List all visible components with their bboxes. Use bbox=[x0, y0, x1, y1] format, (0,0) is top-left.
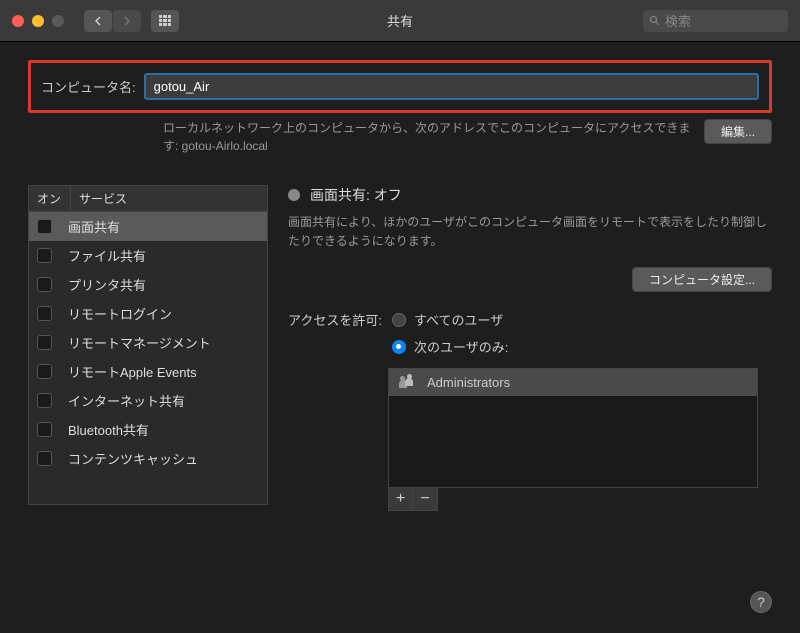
access-radio-group: すべてのユーザ 次のユーザのみ: bbox=[392, 310, 508, 364]
network-info-text: ローカルネットワーク上のコンピュータから、次のアドレスでこのコンピュータにアクセ… bbox=[163, 119, 694, 155]
window-title: 共有 bbox=[387, 11, 413, 30]
service-checkbox[interactable] bbox=[37, 277, 52, 292]
access-label: アクセスを許可: bbox=[288, 310, 382, 364]
column-service: サービス bbox=[71, 186, 267, 211]
computer-name-input[interactable] bbox=[144, 73, 759, 100]
search-input[interactable]: 検索 bbox=[643, 10, 788, 32]
window-controls bbox=[12, 15, 64, 27]
service-checkbox[interactable] bbox=[37, 248, 52, 263]
users-icon bbox=[399, 376, 417, 390]
service-row[interactable]: プリンタ共有 bbox=[29, 270, 267, 299]
radio-icon bbox=[392, 340, 406, 354]
service-row[interactable]: リモートログイン bbox=[29, 299, 267, 328]
add-user-button[interactable]: + bbox=[389, 488, 413, 510]
access-row: アクセスを許可: すべてのユーザ 次のユーザのみ: bbox=[288, 310, 772, 364]
main-content: オン サービス 画面共有ファイル共有プリンタ共有リモートログインリモートマネージ… bbox=[0, 167, 800, 511]
service-label: リモートログイン bbox=[68, 304, 172, 323]
service-label: インターネット共有 bbox=[68, 391, 185, 410]
show-all-button[interactable] bbox=[151, 10, 179, 32]
users-controls: + − bbox=[388, 488, 438, 511]
search-icon bbox=[649, 15, 661, 27]
services-header: オン サービス bbox=[29, 186, 267, 212]
computer-settings-button[interactable]: コンピュータ設定... bbox=[632, 267, 772, 292]
close-button[interactable] bbox=[12, 15, 24, 27]
radio-only-users[interactable]: 次のユーザのみ: bbox=[392, 337, 508, 356]
back-button[interactable] bbox=[84, 10, 112, 32]
service-row[interactable]: コンテンツキャッシュ bbox=[29, 444, 267, 473]
zoom-button[interactable] bbox=[52, 15, 64, 27]
radio-all-label: すべてのユーザ bbox=[414, 310, 503, 329]
services-panel: オン サービス 画面共有ファイル共有プリンタ共有リモートログインリモートマネージ… bbox=[28, 185, 268, 505]
service-row[interactable]: リモートApple Events bbox=[29, 357, 267, 386]
radio-all-users[interactable]: すべてのユーザ bbox=[392, 310, 508, 329]
service-label: リモートマネージメント bbox=[68, 333, 211, 352]
search-placeholder: 検索 bbox=[665, 11, 691, 30]
user-name: Administrators bbox=[427, 375, 510, 390]
service-label: コンテンツキャッシュ bbox=[68, 449, 198, 468]
status-row: 画面共有: オフ bbox=[288, 185, 772, 205]
nav-buttons bbox=[84, 10, 141, 32]
service-checkbox[interactable] bbox=[37, 219, 52, 234]
radio-icon bbox=[392, 313, 406, 327]
services-list: 画面共有ファイル共有プリンタ共有リモートログインリモートマネージメントリモートA… bbox=[29, 212, 267, 473]
service-label: リモートApple Events bbox=[68, 362, 197, 381]
radio-only-label: 次のユーザのみ: bbox=[414, 337, 508, 356]
detail-panel: 画面共有: オフ 画面共有により、ほかのユーザがこのコンピュータ画面をリモートで… bbox=[288, 185, 772, 511]
service-checkbox[interactable] bbox=[37, 422, 52, 437]
service-label: プリンタ共有 bbox=[68, 275, 146, 294]
help-button[interactable]: ? bbox=[750, 591, 772, 613]
column-on: オン bbox=[29, 186, 71, 211]
service-label: Bluetooth共有 bbox=[68, 420, 149, 439]
service-row[interactable]: インターネット共有 bbox=[29, 386, 267, 415]
service-row[interactable]: 画面共有 bbox=[29, 212, 267, 241]
network-info-row: ローカルネットワーク上のコンピュータから、次のアドレスでこのコンピュータにアクセ… bbox=[28, 119, 772, 155]
user-row[interactable]: Administrators bbox=[389, 369, 757, 396]
service-checkbox[interactable] bbox=[37, 364, 52, 379]
service-checkbox[interactable] bbox=[37, 335, 52, 350]
forward-button[interactable] bbox=[113, 10, 141, 32]
computer-name-row: コンピュータ名: bbox=[28, 60, 772, 113]
status-description: 画面共有により、ほかのユーザがこのコンピュータ画面をリモートで表示をしたり制御し… bbox=[288, 213, 772, 251]
users-box: Administrators + − bbox=[388, 368, 758, 511]
service-checkbox[interactable] bbox=[37, 451, 52, 466]
service-row[interactable]: Bluetooth共有 bbox=[29, 415, 267, 444]
service-row[interactable]: リモートマネージメント bbox=[29, 328, 267, 357]
edit-button[interactable]: 編集... bbox=[704, 119, 772, 144]
remove-user-button[interactable]: − bbox=[413, 488, 437, 510]
service-label: ファイル共有 bbox=[68, 246, 146, 265]
grid-icon bbox=[159, 15, 171, 27]
titlebar: 共有 検索 bbox=[0, 0, 800, 42]
computer-name-label: コンピュータ名: bbox=[41, 77, 136, 96]
header-section: コンピュータ名: ローカルネットワーク上のコンピュータから、次のアドレスでこのコ… bbox=[0, 42, 800, 167]
users-list[interactable]: Administrators bbox=[388, 368, 758, 488]
service-label: 画面共有 bbox=[68, 217, 120, 236]
service-checkbox[interactable] bbox=[37, 393, 52, 408]
status-title: 画面共有: オフ bbox=[310, 185, 402, 205]
service-row[interactable]: ファイル共有 bbox=[29, 241, 267, 270]
status-indicator bbox=[288, 189, 300, 201]
minimize-button[interactable] bbox=[32, 15, 44, 27]
service-checkbox[interactable] bbox=[37, 306, 52, 321]
